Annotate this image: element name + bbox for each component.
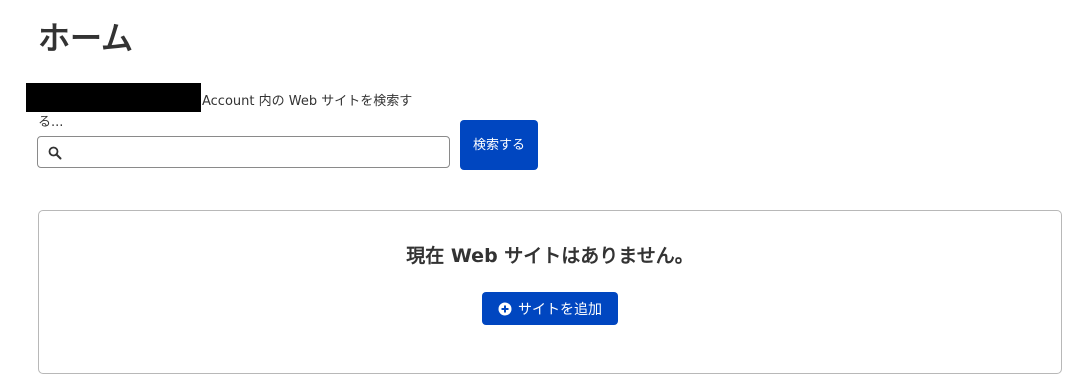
empty-state-panel: 現在 Web サイトはありません。 サイトを追加: [38, 210, 1062, 374]
search-icon: [48, 146, 62, 160]
plus-circle-icon: [498, 302, 512, 315]
search-button[interactable]: 検索する: [460, 120, 538, 170]
search-label: Account 内の Web サイトを検索する...: [38, 94, 413, 130]
search-input[interactable]: [68, 138, 443, 166]
add-site-button-label: サイトを追加: [518, 301, 602, 318]
page-title: ホーム: [38, 19, 134, 57]
add-site-button[interactable]: サイトを追加: [482, 292, 618, 325]
page: ホーム Account 内の Web サイトを検索する... 検索する 現在 W…: [0, 0, 1085, 392]
empty-state-message: 現在 Web サイトはありません。: [406, 245, 694, 267]
search-field[interactable]: [37, 136, 450, 168]
